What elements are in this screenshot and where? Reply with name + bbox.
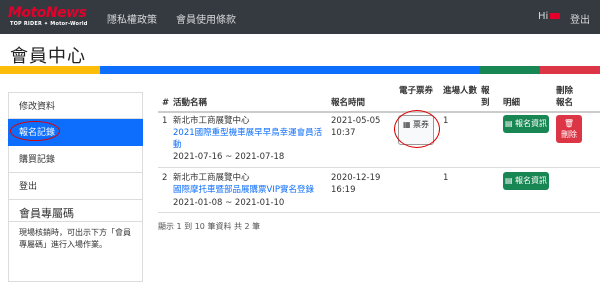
row-num: 2 [162, 173, 168, 183]
nav-privacy-policy[interactable]: 隱私權政策 [107, 11, 157, 26]
sidebar-item-logout[interactable]: 登出 [8, 173, 143, 200]
registration-info-label: 報名資訊 [515, 119, 548, 128]
row-event-dates: 2021-01-08 ~ 2021-01-10 [173, 198, 285, 208]
delete-label: 刪除 [561, 130, 577, 139]
list-icon: ▤ [504, 176, 516, 185]
col-header-detail: 明細 [503, 98, 521, 108]
col-header-num: # [162, 98, 170, 108]
row-num: 1 [162, 116, 168, 126]
row-reg-date: 2020-12-19 [331, 173, 381, 183]
row-event-link[interactable]: 2021國際重型機車展早早鳥幸運會員活動 [173, 127, 323, 151]
row-venue: 新北市工商展覽中心 [173, 116, 250, 126]
registration-info-button[interactable]: ▤ 報名資訊 [503, 172, 549, 190]
table-footer-info: 顯示 1 到 10 筆資料 共 2 筆 [158, 222, 261, 231]
member-code-note: 現場核銷時，可出示下方「會員專屬碼」進行入場作業。 [8, 222, 143, 282]
band-yellow [0, 66, 100, 74]
member-code-heading: 會員專屬碼 [8, 200, 143, 222]
greeting: Hi [538, 11, 549, 22]
row-people: 1 [443, 173, 449, 183]
col-header-checkin: 報到 [481, 86, 490, 108]
logout-link[interactable]: 登出 [570, 11, 590, 26]
row-venue: 新北市工商展覽中心 [173, 173, 250, 183]
page-title: 會員中心 [10, 46, 86, 67]
band-blue [100, 66, 480, 74]
table-header-divider [158, 111, 600, 113]
row-divider [158, 167, 600, 168]
row-event-link[interactable]: 國際摩托車暨部品展購票VIP實名登錄 [173, 184, 314, 196]
annotation-circle-sidebar [10, 121, 60, 141]
redacted-username [550, 13, 560, 19]
band-green [480, 66, 540, 74]
row-reg-time: 16:19 [331, 185, 356, 195]
col-header-delete: 刪除報名 [556, 86, 574, 108]
col-header-people: 進場人數 [443, 86, 478, 96]
col-header-event: 活動名稱 [173, 98, 208, 108]
trash-icon: 🗑 [563, 119, 575, 128]
list-icon: ▤ [504, 119, 516, 128]
sidebar-item-purchases[interactable]: 購買記錄 [8, 146, 143, 173]
annotation-circle-ticket [394, 110, 440, 148]
logo-tagline: TOP RIDER ✦ Motor-World [10, 21, 88, 27]
row-divider [158, 212, 600, 213]
row-people: 1 [443, 116, 449, 126]
logo-brand: MotoNews [8, 5, 87, 21]
delete-registration-button[interactable]: 🗑 刪除 [556, 115, 582, 143]
sidebar-item-edit-profile[interactable]: 修改資料 [8, 92, 143, 119]
col-header-reg-time: 報名時間 [331, 98, 366, 108]
color-band [0, 66, 600, 74]
band-red [540, 66, 600, 74]
nav-member-terms[interactable]: 會員使用條款 [176, 11, 236, 26]
col-header-eticket: 電子票券 [399, 86, 434, 96]
row-event-dates: 2021-07-16 ~ 2021-07-18 [173, 152, 285, 162]
registration-info-label: 報名資訊 [515, 176, 548, 185]
row-reg-date: 2021-05-05 [331, 116, 381, 126]
top-navbar: MotoNews TOP RIDER ✦ Motor-World 隱私權政策 會… [0, 0, 600, 34]
row-reg-time: 10:37 [331, 128, 356, 138]
registration-info-button[interactable]: ▤ 報名資訊 [503, 115, 549, 133]
logo[interactable]: MotoNews TOP RIDER ✦ Motor-World [8, 5, 87, 29]
